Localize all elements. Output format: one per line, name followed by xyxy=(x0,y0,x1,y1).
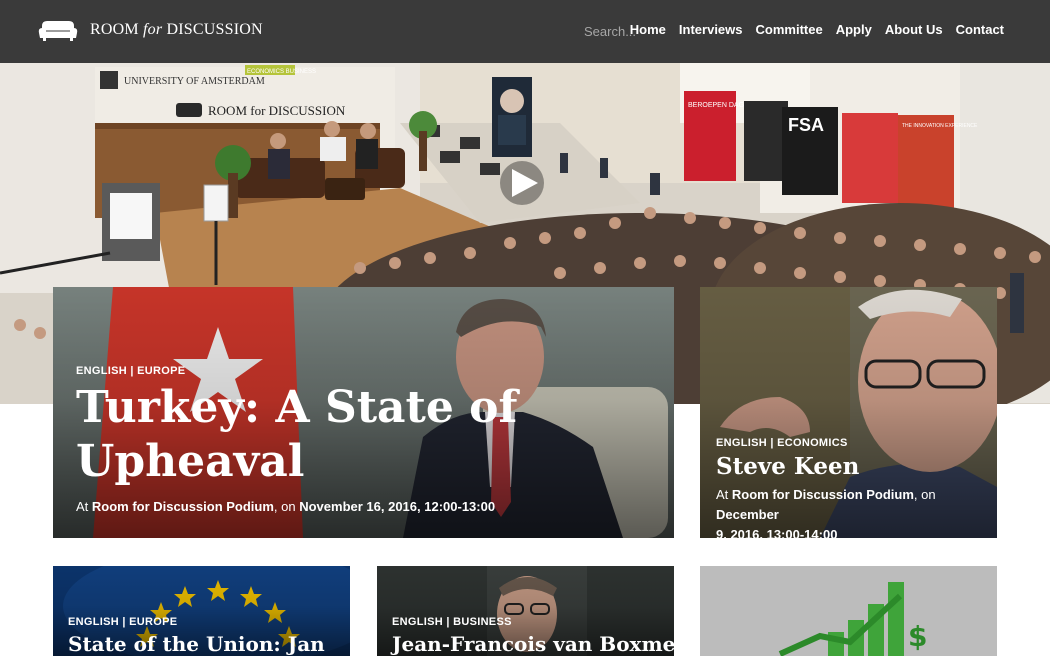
featured-datetime: November 16, 2016, 12:00-13:00 xyxy=(299,499,496,514)
nav-home[interactable]: Home xyxy=(630,22,666,37)
featured-info: At Room for Discussion Podium, on Novemb… xyxy=(76,499,496,514)
site-logo[interactable]: ROOM for DISCUSSION xyxy=(38,18,263,42)
side-category: ENGLISH | ECONOMICS xyxy=(716,437,848,449)
featured-title-line2: Upheaval xyxy=(76,435,305,487)
featured-category: ENGLISH | EUROPE xyxy=(76,365,186,377)
side-event-card[interactable]: ENGLISH | ECONOMICS Steve Keen At Room f… xyxy=(700,287,997,538)
eu-card-title: State of the Union: Jan xyxy=(68,632,325,656)
side-datetime-line2: 9, 2016, 13:00-14:00 xyxy=(716,527,838,538)
logo-text: ROOM for DISCUSSION xyxy=(90,21,263,38)
side-info: At Room for Discussion Podium, on Decemb… xyxy=(716,485,986,538)
nav-contact[interactable]: Contact xyxy=(956,22,1004,37)
side-datetime-line1: December xyxy=(716,507,779,523)
side-venue: Room for Discussion Podium xyxy=(731,487,914,502)
featured-title: Turkey: A State of Upheaval xyxy=(76,381,517,488)
economics-banner-text: ECONOMICS BUSINESS xyxy=(247,69,316,75)
sofa-icon xyxy=(38,21,78,41)
nav-interviews[interactable]: Interviews xyxy=(679,22,743,37)
nav-apply[interactable]: Apply xyxy=(836,22,872,37)
featured-event-card[interactable]: ENGLISH | EUROPE Turkey: A State of Uphe… xyxy=(53,287,674,538)
main-nav: Home Interviews Committee Apply About Us… xyxy=(617,22,1004,37)
top-navbar: ROOM for DISCUSSION Home Interviews Comm… xyxy=(0,0,1050,63)
business-card-title: Jean-Francois van Boxmeer xyxy=(392,632,674,656)
business-card-category: ENGLISH | BUSINESS xyxy=(392,616,512,628)
nav-about-us[interactable]: About Us xyxy=(885,22,943,37)
sign-innovation: THE INNOVATION EXPERIENCE xyxy=(902,123,978,129)
event-card-growth[interactable]: $ xyxy=(700,566,997,656)
uva-banner-text: UNIVERSITY OF AMSTERDAM xyxy=(124,76,265,87)
sign-fsa: FSA xyxy=(788,115,824,135)
dollar-sign-icon: $ xyxy=(908,620,927,653)
featured-venue: Room for Discussion Podium xyxy=(91,499,274,514)
side-title: Steve Keen xyxy=(716,453,860,480)
nav-committee[interactable]: Committee xyxy=(756,22,823,37)
eu-card-category: ENGLISH | EUROPE xyxy=(68,616,178,628)
event-card-eu[interactable]: ENGLISH | EUROPE State of the Union: Jan xyxy=(53,566,350,656)
event-card-business[interactable]: ENGLISH | BUSINESS Jean-Francois van Box… xyxy=(377,566,674,656)
stage-banner-text: ROOM for DISCUSSION xyxy=(208,103,346,118)
featured-title-line1: Turkey: A State of xyxy=(76,382,518,433)
growth-card-image: $ xyxy=(700,566,997,656)
